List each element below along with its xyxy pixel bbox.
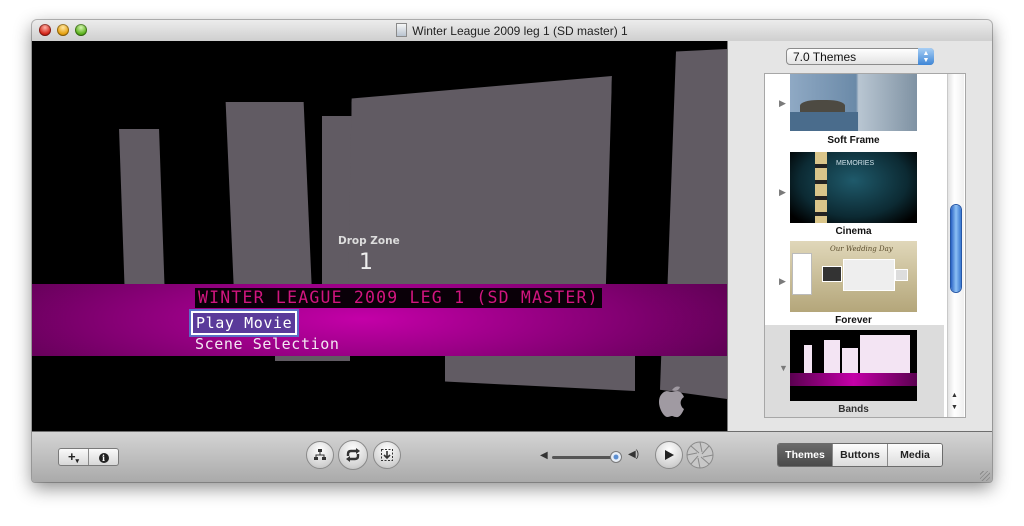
resize-grip[interactable]	[980, 471, 990, 481]
theme-list-scrollbar[interactable]: ▲ ▼	[947, 74, 964, 417]
theme-item-soft-frame[interactable]: ▶ Soft Frame	[765, 74, 944, 147]
drop-zone-slab[interactable]	[667, 49, 727, 299]
burn-project-button[interactable]	[373, 441, 401, 469]
motion-button[interactable]	[338, 440, 368, 470]
theme-thumbnail	[790, 330, 917, 401]
theme-set-popup[interactable]: 7.0 Themes ▲ ▼	[786, 48, 934, 65]
disclosure-triangle-icon[interactable]: ▶	[779, 187, 786, 198]
tab-media[interactable]: Media	[887, 444, 942, 466]
volume-low-icon: ◀	[540, 450, 548, 461]
apple-logo-icon	[659, 386, 684, 418]
theme-item-cinema[interactable]: ▶ MEMORIES Cinema	[765, 147, 944, 237]
title-bar[interactable]: Winter League 2009 leg 1 (SD master) 1	[32, 20, 992, 42]
theme-set-value: 7.0 Themes	[793, 50, 857, 64]
photo-frame	[895, 269, 908, 281]
window-title-text: Winter League 2009 leg 1 (SD master) 1	[412, 24, 628, 38]
scroll-up-arrow-icon[interactable]: ▲	[951, 392, 958, 399]
theme-item-forever[interactable]: ▶ Our Wedding Day Forever	[765, 236, 944, 326]
add-info-group: +▾ i	[58, 448, 119, 466]
drop-zone-number: 1	[359, 250, 373, 275]
drop-zone-label: Drop Zone	[338, 235, 400, 247]
theme-thumbnail	[790, 74, 917, 131]
photo-frame	[822, 266, 842, 282]
drop-zone-editor-icon	[381, 449, 393, 461]
thumb-heading: Our Wedding Day	[830, 245, 893, 253]
map-icon	[314, 449, 326, 460]
film-strip	[815, 152, 827, 223]
volume-high-icon: ◀)	[628, 449, 640, 460]
scene-selection-button[interactable]: Scene Selection	[195, 334, 339, 354]
idvd-window: Winter League 2009 leg 1 (SD master) 1 D…	[32, 20, 992, 482]
volume-slider-knob[interactable]	[609, 451, 622, 463]
drop-zone-slab[interactable]	[225, 102, 313, 302]
menu-preview-canvas[interactable]: Drop Zone 1 WINTER LEAGUE 2009 LEG 1 (SD…	[32, 41, 727, 431]
themes-panel: 7.0 Themes ▲ ▼ ▶ Soft Frame ▶ MEMORIES Ci…	[727, 41, 992, 431]
scroll-down-arrow-icon[interactable]: ▼	[951, 404, 958, 411]
photo-frame	[792, 253, 812, 295]
tab-buttons[interactable]: Buttons	[832, 444, 887, 466]
volume-slider[interactable]	[552, 456, 618, 459]
play-icon	[665, 450, 674, 460]
drop-zone-slab[interactable]	[119, 129, 165, 299]
burn-button[interactable]	[686, 441, 714, 469]
add-button[interactable]: +▾	[59, 449, 88, 465]
theme-label: Soft Frame	[827, 135, 880, 146]
theme-item-bands[interactable]: ▼ Bands	[765, 325, 944, 417]
loop-icon	[346, 448, 360, 462]
burn-disc-icon	[686, 441, 714, 469]
info-icon: i	[98, 453, 109, 463]
thumb-heading: MEMORIES	[836, 160, 875, 167]
preview-play-button[interactable]	[655, 441, 683, 469]
water-shape	[790, 112, 858, 131]
theme-thumbnail: Our Wedding Day	[790, 241, 917, 312]
thumb-band	[790, 373, 917, 386]
info-button[interactable]: i	[88, 449, 118, 465]
drop-zone-1[interactable]	[348, 76, 612, 301]
theme-thumbnail: MEMORIES	[790, 152, 917, 223]
tab-themes[interactable]: Themes	[778, 444, 832, 466]
map-view-button[interactable]	[306, 441, 334, 469]
document-icon	[396, 23, 408, 37]
window-title: Winter League 2009 leg 1 (SD master) 1	[32, 23, 992, 38]
scrollbar-thumb[interactable]	[951, 205, 961, 292]
bottom-toolbar: +▾ i ◀ ◀) Themes Buttons Media	[32, 431, 992, 482]
disclosure-triangle-icon[interactable]: ▶	[779, 276, 786, 287]
menu-title[interactable]: WINTER LEAGUE 2009 LEG 1 (SD MASTER)	[195, 288, 602, 308]
disclosure-triangle-icon[interactable]: ▶	[779, 98, 786, 109]
photo-frame	[843, 259, 895, 291]
theme-list[interactable]: ▶ Soft Frame ▶ MEMORIES Cinema ▶ Our Wed	[764, 73, 966, 418]
disclosure-triangle-icon[interactable]: ▼	[779, 363, 788, 373]
drop-zone-slab[interactable]	[445, 353, 635, 391]
theme-label: Bands	[838, 404, 869, 415]
panel-tabs: Themes Buttons Media	[777, 443, 943, 467]
play-movie-button[interactable]: Play Movie	[188, 309, 300, 337]
popup-arrows-icon: ▲ ▼	[918, 48, 934, 65]
